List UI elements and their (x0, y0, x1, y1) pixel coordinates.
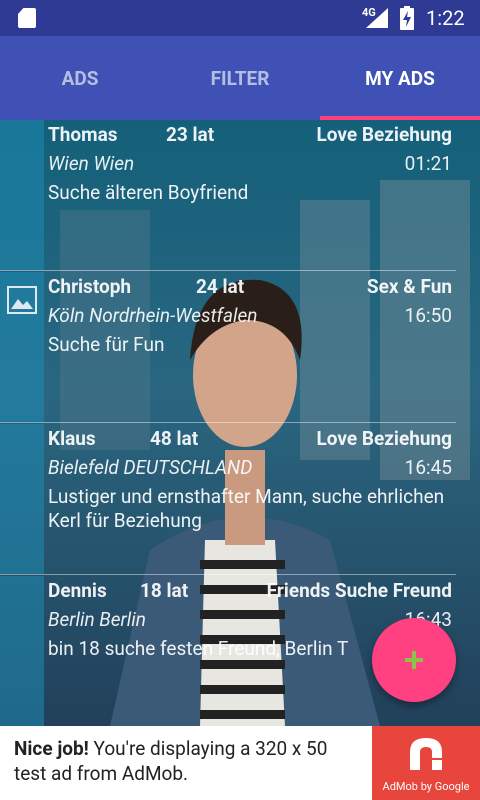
signal-icon (366, 8, 388, 28)
ad-description: Lustiger und ernsthafter Mann, suche ehr… (48, 485, 445, 532)
ad-category: Love Beziehung (316, 123, 452, 146)
ad-list-item[interactable]: Thomas 23 lat Love Beziehung Wien Wien 0… (0, 120, 456, 271)
add-ad-button[interactable] (372, 618, 456, 702)
admob-badge: AdMob by Google (372, 726, 480, 800)
ad-thumbnail (0, 576, 44, 726)
tab-ads[interactable]: ADS (0, 36, 160, 120)
banner-headline: Nice job! (14, 737, 89, 760)
ad-location: Köln Nordrhein-Westfalen (48, 304, 258, 327)
ad-thumbnail (0, 272, 44, 422)
tab-bar: ADS FILTER MY ADS (0, 36, 480, 120)
admob-logo-icon (410, 738, 442, 770)
clock: 1:22 (426, 6, 465, 30)
ad-age: 48 lat (150, 427, 199, 450)
ad-category: Friends Suche Freund (266, 579, 452, 602)
admob-caption: AdMob by Google (382, 780, 470, 793)
ad-list-item[interactable]: Klaus 48 lat Love Beziehung Bielefeld DE… (0, 424, 456, 575)
ad-description: Suche älteren Boyfriend (48, 181, 249, 204)
tab-filter[interactable]: FILTER (160, 36, 320, 120)
ad-time: 16:45 (404, 456, 452, 479)
ad-age: 23 lat (166, 123, 215, 146)
ad-name: Thomas (48, 123, 118, 146)
ad-time: 16:50 (404, 304, 452, 327)
ad-thumbnail (0, 424, 44, 574)
status-bar: 4G 1:22 (0, 0, 480, 36)
ad-location: Wien Wien (48, 152, 135, 175)
ad-list-item[interactable]: Christoph 24 lat Sex & Fun Köln Nordrhei… (0, 272, 456, 423)
plus-icon (405, 651, 423, 669)
ad-location: Bielefeld DEUTSCHLAND (48, 456, 253, 479)
ad-category: Love Beziehung (316, 427, 452, 450)
ad-time: 01:21 (404, 152, 452, 175)
ad-location: Berlin Berlin (48, 608, 146, 631)
sd-card-icon (18, 8, 36, 28)
ad-name: Dennis (48, 579, 107, 602)
tab-my-ads[interactable]: MY ADS (320, 36, 480, 120)
ad-thumbnail (0, 120, 44, 270)
ad-description: Suche für Fun (48, 333, 165, 356)
ad-banner[interactable]: Nice job! You're displaying a 320 x 50 t… (0, 726, 480, 800)
banner-text: Nice job! You're displaying a 320 x 50 t… (14, 736, 364, 786)
ad-age: 24 lat (196, 275, 245, 298)
ad-name: Klaus (48, 427, 96, 450)
image-placeholder-icon (7, 286, 37, 314)
battery-charging-icon (400, 6, 414, 30)
ad-age: 18 lat (140, 579, 189, 602)
ad-category: Sex & Fun (366, 275, 452, 298)
ad-name: Christoph (48, 275, 132, 298)
